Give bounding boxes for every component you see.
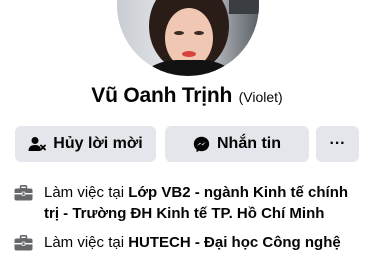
work-info-item: Làm việc tại HUTECH - Đại học Công nghệ (14, 232, 366, 257)
work-info-item: Làm việc tại Lớp VB2 - ngành Kinh tế chí… (14, 182, 366, 224)
message-label: Nhắn tin (217, 135, 281, 152)
briefcase-icon (14, 185, 34, 207)
work-info-text: Làm việc tại HUTECH - Đại học Công nghệ (44, 232, 341, 253)
cancel-friend-request-button[interactable]: Hủy lời mời (15, 126, 156, 162)
work-prefix: Làm việc tại (44, 184, 125, 201)
profile-name-row: Vũ Oanh Trịnh (Violet) (0, 84, 374, 108)
more-options-button[interactable]: ··· (316, 126, 359, 162)
more-options-icon: ··· (329, 135, 346, 152)
profile-alternate-name: (Violet) (238, 89, 283, 105)
message-button[interactable]: Nhắn tin (165, 126, 309, 162)
work-prefix: Làm việc tại (44, 234, 125, 251)
messenger-icon (193, 136, 210, 153)
briefcase-icon (14, 235, 34, 257)
user-cancel-icon (28, 136, 47, 152)
profile-avatar[interactable] (117, 0, 259, 76)
cancel-friend-request-label: Hủy lời mời (53, 135, 143, 152)
work-place-link[interactable]: HUTECH - Đại học Công nghệ (128, 234, 341, 251)
profile-name: Vũ Oanh Trịnh (91, 84, 233, 107)
work-info-text: Làm việc tại Lớp VB2 - ngành Kinh tế chí… (44, 182, 366, 224)
